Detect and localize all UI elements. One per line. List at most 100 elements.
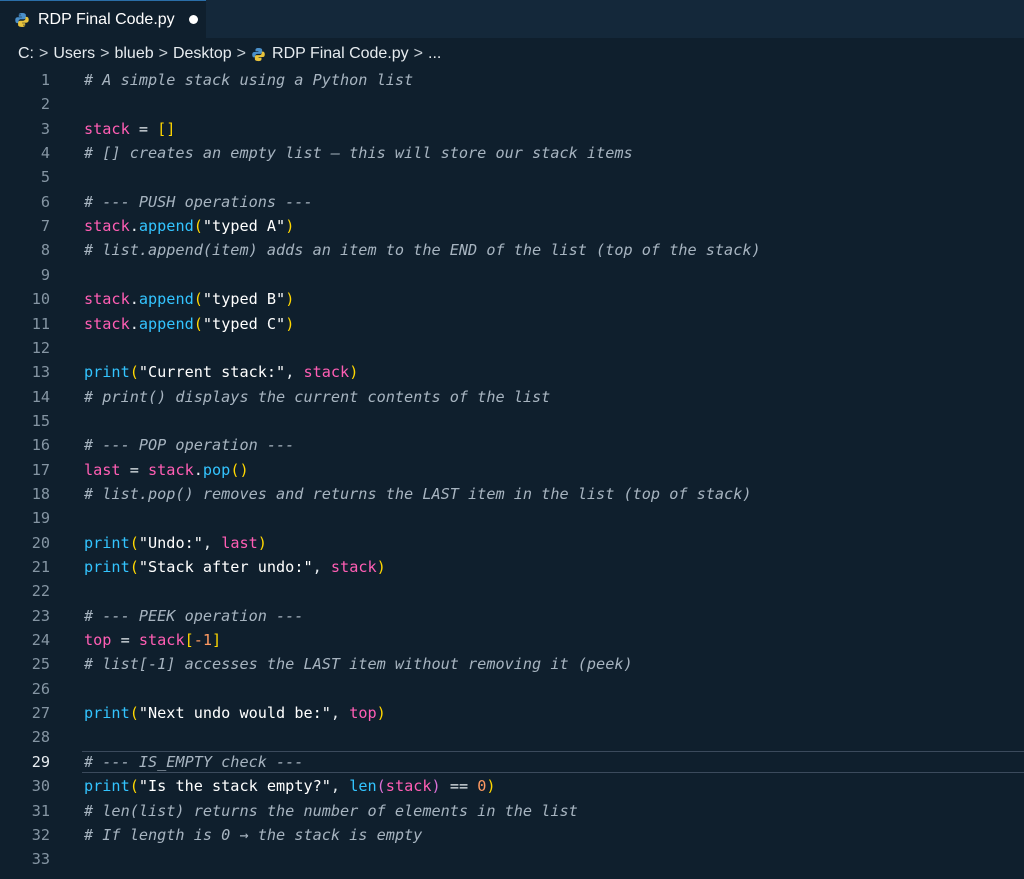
code-token: top	[84, 631, 112, 650]
code-line[interactable]: 16 # --- POP operation ---	[0, 433, 1024, 457]
code-token: =	[120, 460, 149, 479]
code-editor[interactable]: 1 # A simple stack using a Python list 2 3 s…	[0, 68, 1024, 879]
code-token: stack	[84, 290, 130, 309]
code-token: top	[349, 704, 377, 723]
code-token: # list.append(item) adds an item to the …	[84, 241, 761, 260]
code-text: top = stack[-1]	[84, 628, 221, 652]
breadcrumb-item-drive[interactable]: C:	[18, 45, 34, 63]
line-number: 1	[40, 71, 50, 89]
code-token: # If length is 0 → the stack is empty	[84, 825, 423, 844]
code-line[interactable]: 20 print("Undo:", last)	[0, 531, 1024, 555]
line-number: 28	[31, 728, 50, 747]
code-token: )	[257, 533, 267, 552]
breadcrumb-item-symbols[interactable]: ...	[428, 45, 441, 63]
code-token: ()	[230, 460, 249, 479]
code-line[interactable]: 19	[0, 506, 1024, 530]
breadcrumb-item-file[interactable]: RDP Final Code.py	[272, 45, 409, 63]
python-file-icon	[251, 47, 266, 62]
code-text: last = stack.pop()	[84, 458, 249, 482]
code-line[interactable]: 6 # --- PUSH operations ---	[0, 190, 1024, 214]
code-text: stack.append("typed A")	[84, 214, 294, 238]
unsaved-changes-dot[interactable]	[188, 15, 198, 24]
code-line[interactable]: 18 # list.pop() removes and returns the L…	[0, 482, 1024, 506]
line-number: 11	[31, 314, 50, 333]
code-line[interactable]: 9	[0, 263, 1024, 287]
code-token: =	[111, 631, 139, 650]
code-line[interactable]: 14 # print() displays the current content…	[0, 385, 1024, 409]
breadcrumb-item-users[interactable]: Users	[53, 45, 95, 63]
code-token: ,	[330, 704, 350, 723]
code-token: # [] creates an empty list — this will s…	[84, 144, 633, 163]
code-line[interactable]: 7 stack.append("typed A")	[0, 214, 1024, 238]
code-token: stack	[330, 558, 377, 576]
code-line[interactable]: 27 print("Next undo would be:", top)	[0, 701, 1024, 725]
code-line[interactable]: 17 last = stack.pop()	[0, 458, 1024, 482]
line-number: 32	[31, 825, 50, 844]
code-line[interactable]: 32 # If length is 0 → the stack is empty	[0, 823, 1024, 847]
code-line[interactable]: 28	[0, 725, 1024, 749]
code-token: )	[349, 363, 359, 382]
code-token: )	[486, 777, 496, 796]
python-file-icon	[14, 12, 30, 28]
code-token: ]	[212, 631, 222, 650]
code-token: ,	[312, 558, 331, 576]
line-number: 26	[31, 679, 50, 698]
line-number: 14	[31, 387, 50, 406]
line-number: 8	[40, 241, 50, 260]
code-line[interactable]: 23 # --- PEEK operation ---	[0, 604, 1024, 628]
code-token: [	[184, 631, 194, 650]
code-line[interactable]: 2	[0, 92, 1024, 116]
line-number: 9	[40, 265, 50, 284]
code-token: .	[129, 290, 139, 309]
line-number: 25	[31, 655, 50, 674]
code-line[interactable]: 11 stack.append("typed C")	[0, 312, 1024, 336]
code-line[interactable]: 1 # A simple stack using a Python list	[0, 68, 1024, 92]
code-line[interactable]: 24 top = stack[-1]	[0, 628, 1024, 652]
line-number: 15	[31, 411, 50, 430]
code-line[interactable]: 15	[0, 409, 1024, 433]
code-text: print("Current stack:", stack)	[84, 360, 358, 384]
code-token: ,	[202, 533, 222, 552]
code-text: # --- POP operation ---	[84, 433, 294, 457]
code-line[interactable]: 26	[0, 677, 1024, 701]
tab-bar: RDP Final Code.py	[0, 0, 1024, 38]
code-text: stack = []	[84, 117, 175, 141]
breadcrumb-item-desktop[interactable]: Desktop	[173, 45, 232, 63]
code-text: # --- PUSH operations ---	[84, 190, 313, 214]
code-line[interactable]: 31 # len(list) returns the number of elem…	[0, 799, 1024, 823]
code-line[interactable]: 13 print("Current stack:", stack)	[0, 360, 1024, 384]
code-line[interactable]: 10 stack.append("typed B")	[0, 287, 1024, 311]
breadcrumb-item-blueb[interactable]: blueb	[114, 45, 153, 63]
code-line[interactable]: 4 # [] creates an empty list — this will …	[0, 141, 1024, 165]
line-number: 23	[31, 606, 50, 625]
code-token: append	[138, 314, 194, 333]
code-token: print	[84, 363, 130, 382]
breadcrumb-separator: >	[236, 45, 247, 62]
code-line[interactable]: 12	[0, 336, 1024, 360]
code-line[interactable]: 30 print("Is the stack empty?", len(stack…	[0, 774, 1024, 798]
line-number: 4	[40, 144, 50, 163]
code-line[interactable]: 5	[0, 165, 1024, 189]
tab-rdp-final-code[interactable]: RDP Final Code.py	[0, 0, 206, 38]
code-line[interactable]: 3 stack = []	[0, 117, 1024, 141]
line-number: 16	[31, 436, 50, 455]
code-line[interactable]: 21 print("Stack after undo:", stack)	[0, 555, 1024, 579]
code-line[interactable]: 8 # list.append(item) adds an item to the…	[0, 238, 1024, 262]
code-line[interactable]: 29 # --- IS_EMPTY check ---	[0, 750, 1024, 774]
code-line[interactable]: 33	[0, 847, 1024, 871]
code-token: # len(list) returns the number of elemen…	[84, 801, 578, 820]
line-number: 18	[31, 484, 50, 503]
code-token: (	[129, 533, 139, 552]
code-line[interactable]: 22	[0, 579, 1024, 603]
code-token: append	[138, 290, 194, 309]
line-number: 30	[31, 777, 50, 796]
code-token: print	[84, 704, 130, 723]
line-number: 27	[31, 704, 50, 723]
code-token: print	[84, 558, 130, 576]
code-line[interactable]: 25 # list[-1] accesses the LAST item with…	[0, 652, 1024, 676]
code-text: print("Undo:", last)	[84, 531, 267, 555]
code-token: stack	[303, 363, 350, 382]
code-token: (	[193, 290, 203, 309]
line-number: 24	[31, 631, 50, 650]
code-token: ==	[440, 777, 478, 796]
